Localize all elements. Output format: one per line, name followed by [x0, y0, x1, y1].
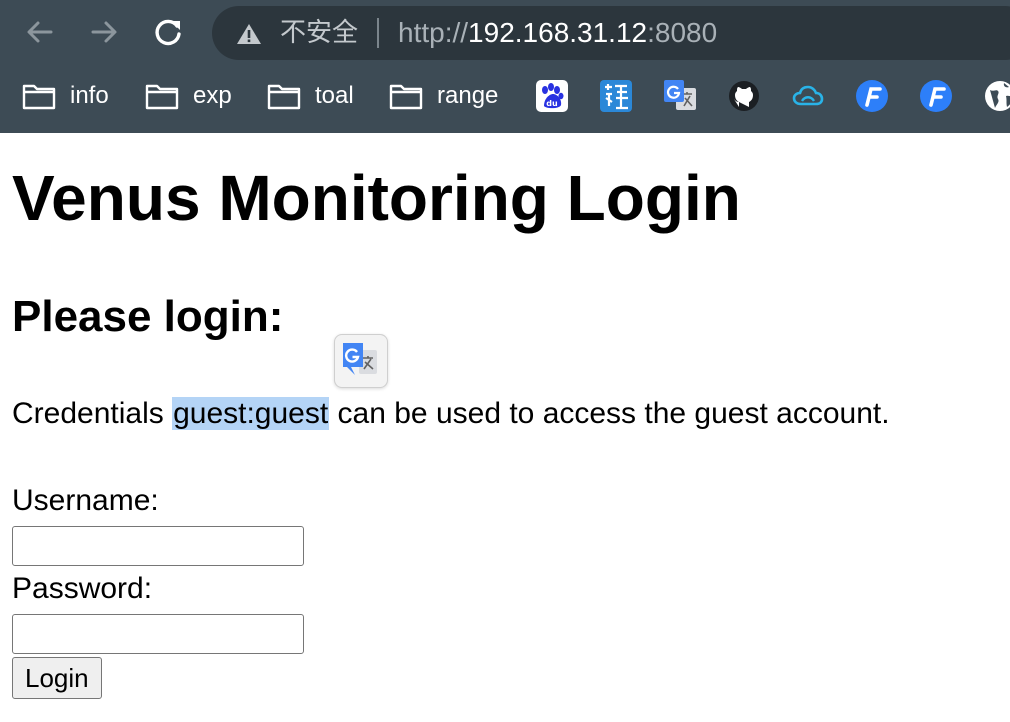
url-host: 192.168.31.12	[468, 17, 648, 48]
folder-icon	[267, 84, 301, 110]
folder-icon	[22, 84, 56, 110]
bookmark-folder-toal[interactable]: toal	[267, 76, 354, 116]
bookmark-label: range	[437, 82, 499, 109]
bookmarks-bar: info exp toal range du	[0, 72, 1010, 120]
bookmark-label: exp	[193, 82, 232, 109]
page-title: Venus Monitoring Login	[12, 162, 741, 234]
password-input[interactable]	[12, 614, 304, 654]
username-input[interactable]	[12, 526, 304, 566]
url-scheme: http://	[398, 17, 469, 48]
cloud-icon[interactable]	[792, 80, 824, 112]
google-translate-icon[interactable]	[664, 80, 696, 112]
f-app-icon[interactable]	[920, 80, 952, 112]
login-heading: Please login:	[12, 292, 284, 341]
forward-button[interactable]	[86, 14, 122, 50]
url-text[interactable]: http://192.168.31.12:8080	[398, 16, 717, 50]
arrow-right-icon	[91, 21, 117, 43]
browser-chrome: 不安全 http://192.168.31.12:8080 info exp t…	[0, 0, 1010, 133]
credentials-hint: Credentials guest:guest can be used to a…	[12, 391, 890, 437]
back-button[interactable]	[22, 14, 58, 50]
address-bar[interactable]: 不安全 http://192.168.31.12:8080	[212, 6, 1010, 60]
address-bar-divider	[377, 18, 379, 48]
password-label: Password:	[12, 572, 153, 605]
bookmark-label: toal	[315, 82, 354, 109]
login-button[interactable]: Login	[12, 657, 102, 699]
github-icon[interactable]	[728, 80, 760, 112]
not-secure-warning-icon	[237, 24, 261, 44]
baidu-icon[interactable]: du	[536, 80, 568, 112]
credentials-text: Credentials	[12, 397, 173, 430]
credentials-text-tail: can be used to access the guest account.	[329, 397, 890, 430]
f-app-icon[interactable]	[856, 80, 888, 112]
folder-icon	[389, 84, 423, 110]
url-port: :8080	[647, 17, 718, 48]
bookmark-label: info	[70, 82, 109, 109]
reload-icon	[155, 19, 181, 46]
bookmark-folder-exp[interactable]: exp	[145, 76, 232, 116]
translate-selection-popup[interactable]	[334, 334, 388, 388]
username-label: Username:	[12, 484, 159, 517]
google-translate-icon	[343, 343, 377, 375]
fanyi-translate-icon[interactable]	[600, 80, 632, 112]
globe-icon[interactable]	[984, 80, 1010, 112]
folder-icon	[145, 84, 179, 110]
arrow-left-icon	[27, 21, 53, 43]
reload-button[interactable]	[150, 14, 186, 50]
bookmark-folder-range[interactable]: range	[389, 76, 498, 116]
svg-text:du: du	[546, 99, 558, 108]
selected-credentials[interactable]: guest:guest	[172, 397, 330, 430]
security-status-label[interactable]: 不安全	[280, 17, 358, 49]
bookmark-folder-info[interactable]: info	[22, 76, 109, 116]
